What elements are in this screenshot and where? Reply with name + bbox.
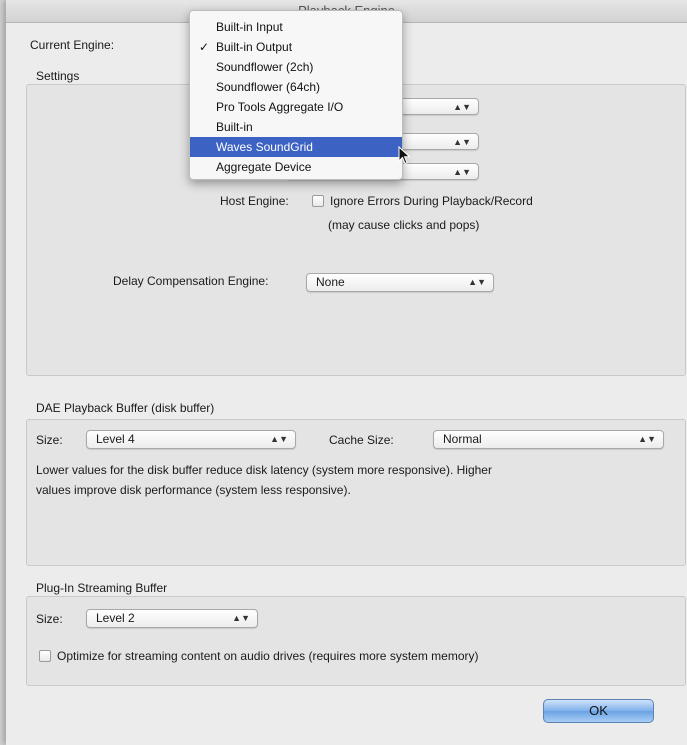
ignore-errors-label: Ignore Errors During Playback/Record <box>330 194 533 208</box>
menu-item-built-in-output[interactable]: ✓ Built-in Output <box>190 37 402 57</box>
ignore-errors-note: (may cause clicks and pops) <box>328 218 480 232</box>
optimize-streaming-checkbox[interactable] <box>39 650 51 662</box>
dae-size-label: Size: <box>36 433 63 447</box>
dae-description-line-2: values improve disk performance (system … <box>36 483 351 497</box>
popup-arrows-icon: ▲▼ <box>638 434 656 444</box>
menu-item-label: Built-in Input <box>216 20 283 34</box>
menu-item-label: Aggregate Device <box>216 160 312 174</box>
optimize-streaming-label: Optimize for streaming content on audio … <box>57 649 479 663</box>
menu-item-label: Pro Tools Aggregate I/O <box>216 100 344 114</box>
menu-item-built-in[interactable]: Built-in <box>190 117 402 137</box>
popup-arrows-icon: ▲▼ <box>453 102 471 112</box>
menu-item-pro-tools-aggregate-io[interactable]: Pro Tools Aggregate I/O <box>190 97 402 117</box>
popup-arrows-icon: ▲▼ <box>270 434 288 444</box>
ignore-errors-checkbox[interactable] <box>312 195 324 207</box>
plugin-size-popup[interactable]: Level 2 ▲▼ <box>86 609 258 628</box>
menu-item-soundflower-2ch[interactable]: Soundflower (2ch) <box>190 57 402 77</box>
menu-item-aggregate-device[interactable]: Aggregate Device <box>190 157 402 177</box>
plugin-size-label: Size: <box>36 612 63 626</box>
cache-size-label: Cache Size: <box>329 433 394 447</box>
delay-compensation-value: None <box>316 275 345 289</box>
dae-size-popup[interactable]: Level 4 ▲▼ <box>86 430 296 449</box>
popup-arrows-icon: ▲▼ <box>232 613 250 623</box>
menu-item-waves-soundgrid[interactable]: Waves SoundGrid <box>190 137 402 157</box>
plugin-buffer-group: Size: Level 2 ▲▼ Optimize for streaming … <box>26 596 686 686</box>
delay-compensation-label: Delay Compensation Engine: <box>113 274 269 288</box>
cache-size-value: Normal <box>443 432 482 446</box>
current-engine-menu: Built-in Input ✓ Built-in Output Soundfl… <box>189 10 403 180</box>
host-engine-label: Host Engine: <box>220 194 289 208</box>
current-engine-label: Current Engine: <box>30 38 115 52</box>
plugin-buffer-title: Plug-In Streaming Buffer <box>36 581 168 595</box>
plugin-size-value: Level 2 <box>96 611 135 625</box>
checkmark-icon: ✓ <box>199 40 210 54</box>
menu-item-label: Built-in Output <box>216 40 293 54</box>
dae-buffer-title: DAE Playback Buffer (disk buffer) <box>36 401 215 415</box>
menu-item-label: Soundflower (2ch) <box>216 60 314 74</box>
menu-item-label: Waves SoundGrid <box>216 140 313 154</box>
menu-item-built-in-input[interactable]: Built-in Input <box>190 17 402 37</box>
mouse-pointer-icon <box>398 146 411 165</box>
dae-size-value: Level 4 <box>96 432 135 446</box>
dae-buffer-group: Size: Level 4 ▲▼ Cache Size: Normal ▲▼ L… <box>26 419 686 566</box>
menu-item-label: Built-in <box>216 120 253 134</box>
menu-item-soundflower-64ch[interactable]: Soundflower (64ch) <box>190 77 402 97</box>
menu-item-label: Soundflower (64ch) <box>216 80 321 94</box>
delay-compensation-popup[interactable]: None ▲▼ <box>306 273 494 292</box>
cache-size-popup[interactable]: Normal ▲▼ <box>433 430 664 449</box>
dae-description-line-1: Lower values for the disk buffer reduce … <box>36 463 492 477</box>
popup-arrows-icon: ▲▼ <box>453 167 471 177</box>
popup-arrows-icon: ▲▼ <box>468 277 486 287</box>
settings-title: Settings <box>36 69 80 83</box>
popup-arrows-icon: ▲▼ <box>453 137 471 147</box>
ok-button[interactable]: OK <box>543 699 654 723</box>
